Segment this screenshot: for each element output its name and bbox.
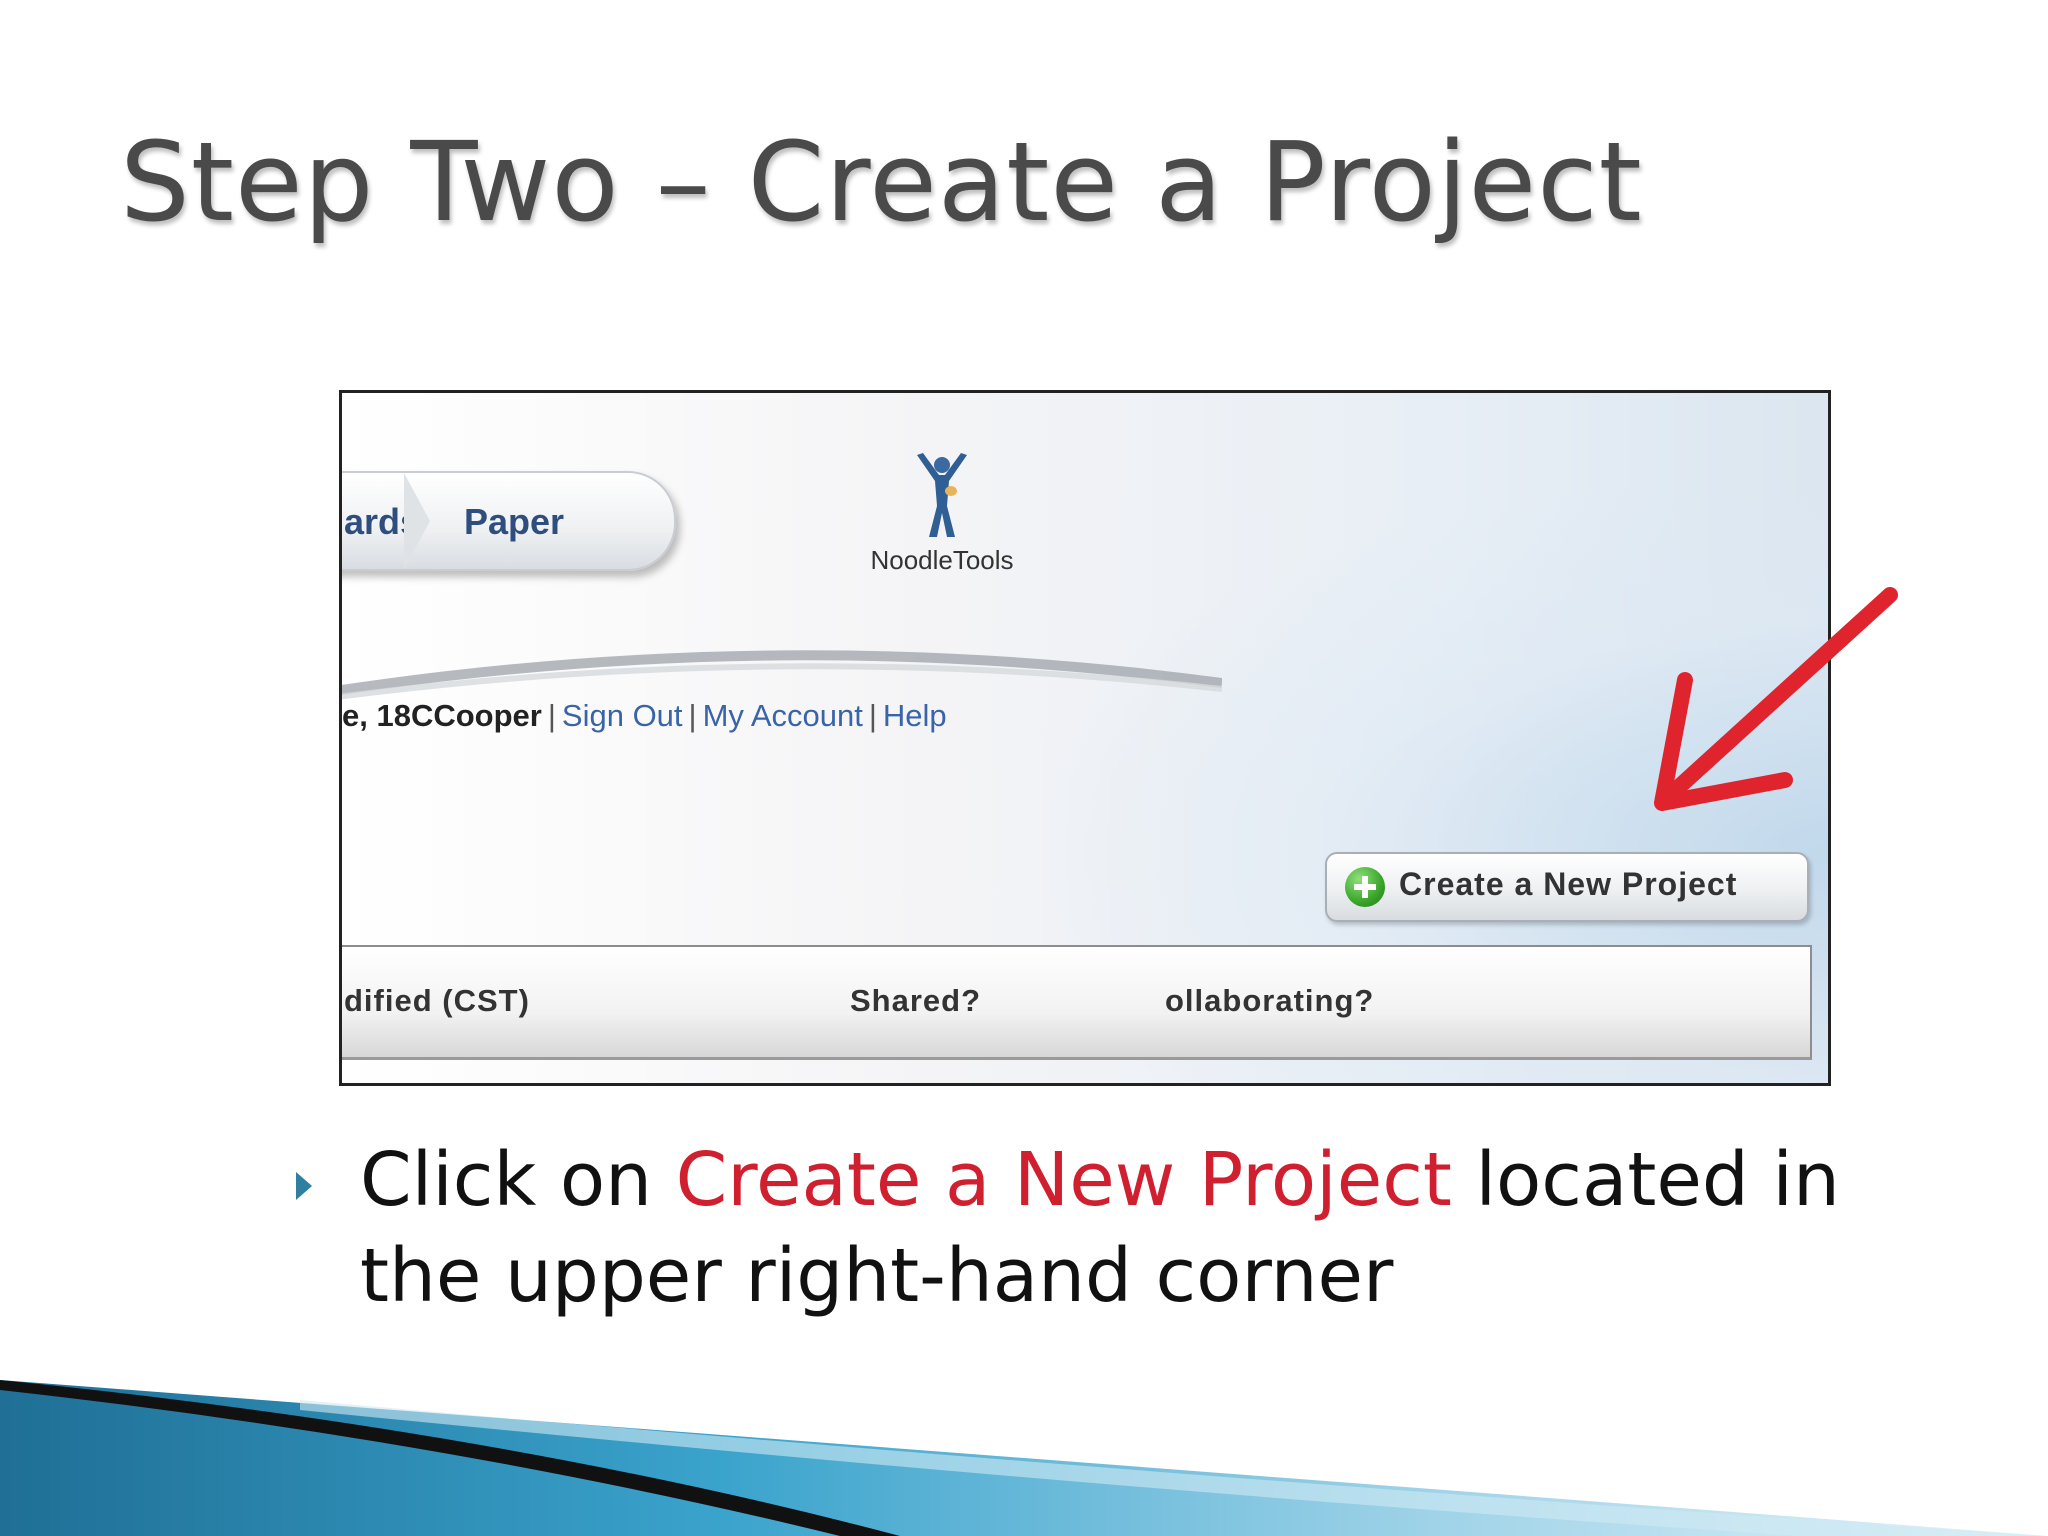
nav-separator: [404, 473, 430, 569]
bullet-triangle-icon: [296, 1172, 312, 1200]
noodletools-logo: NoodleTools: [842, 451, 1042, 591]
column-header-collaborating[interactable]: ollaborating?: [1165, 983, 1374, 1019]
person-figure-icon: [917, 453, 967, 537]
sign-out-link[interactable]: Sign Out: [562, 698, 683, 733]
help-link[interactable]: Help: [883, 698, 947, 733]
create-new-project-button[interactable]: Create a New Project: [1325, 852, 1809, 922]
bullet-suffix: located in: [1451, 1137, 1840, 1223]
decorative-wave: [0, 1380, 2048, 1536]
user-bar: e, 18CCooper | Sign Out | My Account | Help: [342, 698, 947, 734]
nav-breadcrumb: ards Paper: [342, 471, 676, 571]
logo-text: NoodleTools: [870, 545, 1014, 575]
bullet-prefix: Click on: [360, 1137, 676, 1223]
column-header-shared[interactable]: Shared?: [850, 983, 981, 1019]
separator: |: [868, 698, 877, 733]
plus-icon: [1345, 867, 1385, 907]
bullet-highlight: Create a New Project: [675, 1137, 1452, 1223]
username: e, 18CCooper: [342, 698, 542, 733]
slide-title: Step Two – Create a Project: [120, 118, 1643, 246]
project-table-header: dified (CST) Shared? ollaborating?: [342, 945, 1812, 1060]
embedded-screenshot: ards Paper NoodleTools e, 18CCooper | Sign…: [339, 390, 1831, 1086]
red-arrow-icon: [1654, 587, 1898, 811]
separator: |: [547, 698, 556, 733]
create-new-project-label: Create a New Project: [1399, 866, 1738, 902]
separator: |: [688, 698, 697, 733]
column-header-modified[interactable]: dified (CST): [344, 983, 530, 1019]
nav-item-paper[interactable]: Paper: [464, 501, 564, 543]
my-account-link[interactable]: My Account: [703, 698, 863, 733]
